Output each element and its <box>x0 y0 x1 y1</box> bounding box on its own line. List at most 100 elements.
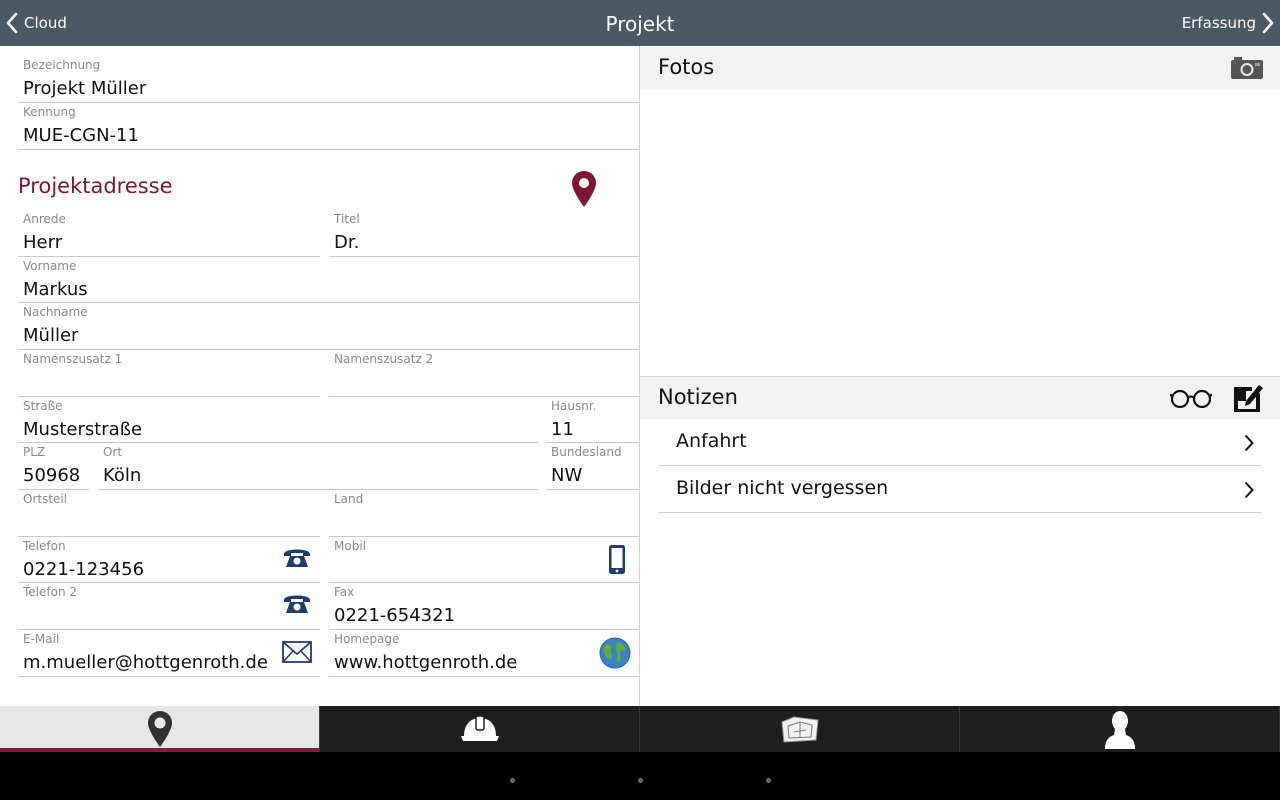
plz-value: 50968 <box>23 465 81 486</box>
bundesland-value: NW <box>551 465 583 486</box>
globe-icon <box>599 637 631 669</box>
note-item-label: Bilder nicht vergessen <box>676 477 889 499</box>
telefon-field[interactable]: Telefon 0221-123456 <box>18 537 320 583</box>
glasses-icon <box>1169 389 1213 409</box>
nachname-value: Müller <box>23 325 79 346</box>
fax-value: 0221-654321 <box>334 605 456 626</box>
call-mobil-button[interactable] <box>608 544 626 579</box>
ort-label: Ort <box>103 445 123 459</box>
call-telefon2-button[interactable] <box>282 591 312 619</box>
tab-building-plan[interactable] <box>640 706 960 752</box>
call-telefon-button[interactable] <box>282 545 312 573</box>
note-item-label: Anfahrt <box>676 430 747 452</box>
chevron-left-icon <box>6 12 18 34</box>
namenszusatz1-field[interactable]: Namenszusatz 1 <box>18 350 320 397</box>
hausnr-value: 11 <box>551 419 574 440</box>
forward-button-label: Erfassung <box>1181 14 1256 32</box>
mobil-label: Mobil <box>334 539 366 553</box>
read-notes-button[interactable] <box>1169 388 1213 412</box>
kennung-value: MUE-CGN-11 <box>23 125 139 146</box>
titel-value: Dr. <box>334 232 360 253</box>
telefon-value: 0221-123456 <box>23 559 145 580</box>
bezeichnung-value: Projekt Müller <box>23 78 147 99</box>
titel-label: Titel <box>334 212 360 226</box>
tab-contact-person[interactable] <box>960 706 1280 752</box>
plz-field[interactable]: PLZ 50968 <box>18 443 89 490</box>
photos-area <box>640 89 1280 376</box>
system-back-button[interactable] <box>510 778 515 783</box>
telefon-label: Telefon <box>23 539 66 553</box>
section-title-projektadresse: Projektadresse <box>18 174 173 198</box>
namenszusatz2-label: Namenszusatz 2 <box>334 352 434 366</box>
ortsteil-label: Ortsteil <box>23 492 68 506</box>
mobile-phone-icon <box>609 545 625 574</box>
bezeichnung-field[interactable]: Bezeichnung Projekt Müller <box>18 56 639 103</box>
ort-field[interactable]: Ort Köln <box>98 443 538 490</box>
telefon2-field[interactable]: Telefon 2 <box>18 583 320 630</box>
strasse-label: Straße <box>23 399 63 413</box>
bezeichnung-label: Bezeichnung <box>23 58 101 72</box>
bundesland-label: Bundesland <box>551 445 622 459</box>
kennung-field[interactable]: Kennung MUE-CGN-11 <box>18 103 639 150</box>
telephone-icon <box>284 549 310 567</box>
vorname-value: Markus <box>23 279 88 300</box>
email-value: m.mueller@hottgenroth.de <box>23 652 268 673</box>
email-field[interactable]: E-Mail m.mueller@hottgenroth.de <box>18 630 320 677</box>
project-form-panel: Bezeichnung Projekt Müller Kennung MUE-C… <box>0 46 640 706</box>
photos-title: Fotos <box>658 55 715 79</box>
anrede-value: Herr <box>23 232 63 253</box>
chevron-right-icon <box>1244 434 1254 452</box>
vorname-field[interactable]: Vorname Markus <box>18 257 639 303</box>
take-photo-button[interactable] <box>1230 56 1264 84</box>
send-email-button[interactable] <box>282 641 312 667</box>
open-homepage-button[interactable] <box>599 637 631 673</box>
note-item[interactable]: Bilder nicht vergessen <box>658 466 1262 513</box>
nachname-label: Nachname <box>23 305 88 319</box>
map-location-button[interactable] <box>571 170 597 212</box>
hausnr-label: Hausnr. <box>551 399 597 413</box>
note-item[interactable]: Anfahrt <box>658 419 1262 466</box>
building-plan-icon <box>780 716 819 743</box>
tab-project-address[interactable] <box>0 706 320 752</box>
vorname-label: Vorname <box>23 259 77 273</box>
namenszusatz1-label: Namenszusatz 1 <box>23 352 123 366</box>
land-label: Land <box>334 492 364 506</box>
forward-to-erfassung-button[interactable]: Erfassung <box>1182 0 1274 46</box>
system-home-button[interactable] <box>638 778 643 783</box>
camera-icon <box>1231 57 1263 79</box>
system-recents-button[interactable] <box>766 778 771 783</box>
namenszusatz2-field[interactable]: Namenszusatz 2 <box>329 350 639 397</box>
back-button-label: Cloud <box>24 14 67 32</box>
kennung-label: Kennung <box>23 105 76 119</box>
chevron-right-icon <box>1262 12 1274 34</box>
land-field[interactable]: Land <box>329 490 639 537</box>
top-app-bar: Cloud Projekt Erfassung <box>0 0 1280 46</box>
hard-hat-icon <box>460 715 499 741</box>
anrede-field[interactable]: Anrede Herr <box>18 210 320 257</box>
mobil-field[interactable]: Mobil <box>329 537 639 583</box>
homepage-field[interactable]: Homepage www.hottgenroth.de <box>329 630 639 677</box>
back-to-cloud-button[interactable]: Cloud <box>6 0 67 46</box>
email-label: E-Mail <box>23 632 60 646</box>
strasse-field[interactable]: Straße Musterstraße <box>18 397 538 443</box>
homepage-value: www.hottgenroth.de <box>334 652 518 673</box>
hausnr-field[interactable]: Hausnr. 11 <box>546 397 639 443</box>
ort-value: Köln <box>103 465 142 486</box>
page-title: Projekt <box>605 12 675 36</box>
bundesland-field[interactable]: Bundesland NW <box>546 443 639 490</box>
chevron-right-icon <box>1244 481 1254 499</box>
anrede-label: Anrede <box>23 212 66 226</box>
plz-label: PLZ <box>23 445 46 459</box>
notes-title: Notizen <box>658 385 738 409</box>
location-pin-icon <box>147 711 172 747</box>
media-notes-panel: Fotos Notizen Anfahrt Bilder nicht verge… <box>640 46 1280 706</box>
titel-field[interactable]: Titel Dr. <box>329 210 639 257</box>
ortsteil-field[interactable]: Ortsteil <box>18 490 320 537</box>
homepage-label: Homepage <box>334 632 400 646</box>
person-icon <box>1104 711 1135 749</box>
telefon2-label: Telefon 2 <box>23 585 78 599</box>
tab-construction[interactable] <box>320 706 640 752</box>
add-note-button[interactable] <box>1232 381 1264 417</box>
fax-field[interactable]: Fax 0221-654321 <box>329 583 639 630</box>
nachname-field[interactable]: Nachname Müller <box>18 303 639 350</box>
